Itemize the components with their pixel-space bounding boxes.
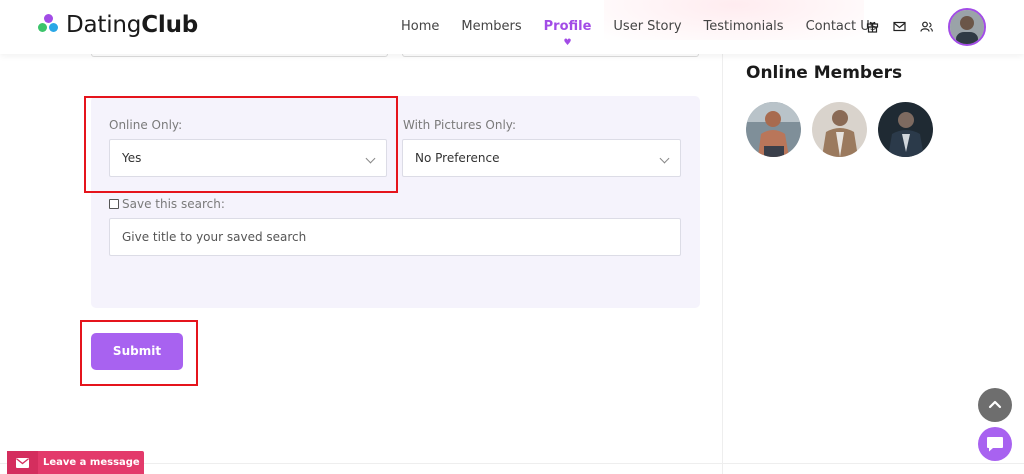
nav-user-story[interactable]: User Story <box>613 19 681 34</box>
logo-text-regular: Dating <box>66 12 142 38</box>
chevron-up-icon <box>988 400 1002 409</box>
nav-home[interactable]: Home <box>401 19 439 34</box>
logo[interactable]: DatingClub <box>38 12 198 38</box>
save-search-label: Save this search: <box>122 197 225 211</box>
footer-divider <box>0 463 1024 464</box>
chevron-down-icon <box>659 153 670 164</box>
online-member-avatar[interactable] <box>746 102 801 157</box>
chat-icon <box>987 437 1003 452</box>
user-avatar[interactable] <box>948 8 986 46</box>
leave-message-label: Leave a message <box>43 457 140 468</box>
save-search-row: Save this search: <box>109 197 225 211</box>
users-icon[interactable] <box>920 20 933 33</box>
chat-button[interactable] <box>978 427 1012 461</box>
highlight-submit <box>80 320 198 386</box>
logo-text: DatingClub <box>66 12 198 38</box>
nav-profile[interactable]: Profile ♥ <box>543 19 592 48</box>
header-icons <box>866 20 947 33</box>
member-photo-1 <box>746 102 801 157</box>
member-photo-3 <box>878 102 933 157</box>
sidebar-divider <box>722 54 723 474</box>
with-pictures-label: With Pictures Only: <box>403 118 517 132</box>
logo-text-bold: Club <box>141 12 199 38</box>
main-nav: Home Members Profile ♥ User Story Testim… <box>401 19 899 48</box>
highlight-online-only <box>84 96 398 193</box>
avatar-image <box>950 10 984 44</box>
saved-search-title-placeholder: Give title to your saved search <box>122 230 307 244</box>
mail-icon <box>16 457 29 468</box>
scroll-to-top-button[interactable] <box>978 388 1012 422</box>
with-pictures-select[interactable]: No Preference <box>402 139 681 177</box>
gift-icon[interactable] <box>866 20 879 33</box>
online-members-title: Online Members <box>746 63 903 83</box>
previous-field-edge <box>91 54 388 57</box>
nav-profile-label: Profile <box>543 19 592 34</box>
leave-message-widget[interactable]: Leave a message <box>7 451 144 474</box>
previous-field-edge <box>402 54 699 57</box>
site-header: DatingClub Home Members Profile ♥ User S… <box>0 0 1024 54</box>
member-photo-2 <box>812 102 867 157</box>
online-member-avatar[interactable] <box>812 102 867 157</box>
saved-search-title-input[interactable]: Give title to your saved search <box>109 218 681 256</box>
nav-testimonials[interactable]: Testimonials <box>704 19 784 34</box>
online-member-avatar[interactable] <box>878 102 933 157</box>
with-pictures-value: No Preference <box>415 151 500 165</box>
mail-icon-box <box>7 451 38 474</box>
nav-members[interactable]: Members <box>461 19 521 34</box>
save-search-checkbox[interactable] <box>109 199 119 209</box>
mail-icon[interactable] <box>893 20 906 33</box>
logo-icon <box>38 14 60 36</box>
heart-icon: ♥ <box>563 38 572 48</box>
